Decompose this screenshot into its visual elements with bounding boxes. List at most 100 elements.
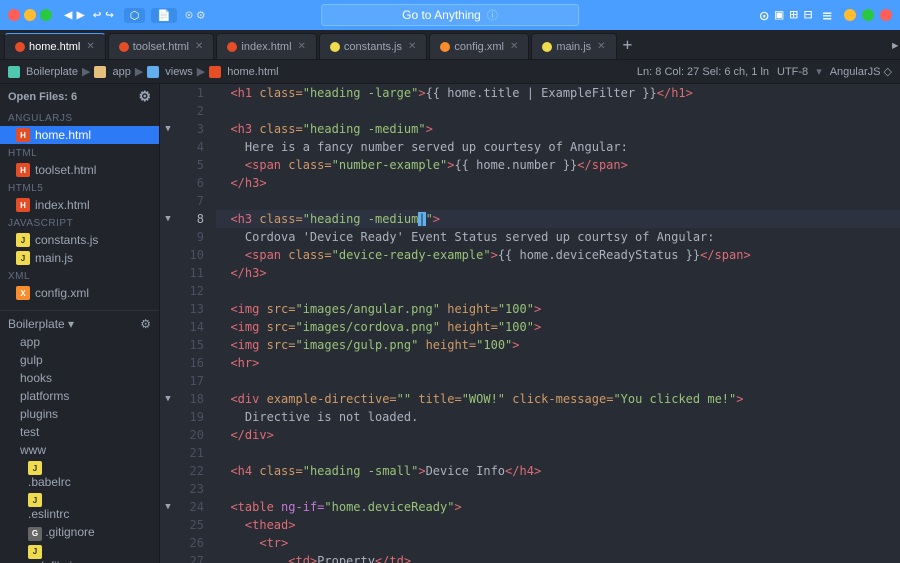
- hamburger-icon[interactable]: ≡: [822, 6, 832, 25]
- tab-constants-js[interactable]: constants.js ✕: [319, 33, 427, 59]
- line-22: <h4 class="heading -small">Device Info</…: [216, 462, 900, 480]
- file-name-constants: constants.js: [35, 233, 98, 247]
- file-gitignore[interactable]: G .gitignore: [0, 523, 159, 543]
- traffic-light-green[interactable]: [40, 9, 52, 21]
- undo-icon[interactable]: ↩: [93, 7, 101, 23]
- tab-add-button[interactable]: +: [623, 37, 633, 53]
- breadcrumb-boilerplate[interactable]: Boilerplate: [26, 66, 78, 78]
- folder-www[interactable]: www: [0, 441, 159, 459]
- breadcrumb-sep1: ▶: [82, 65, 90, 78]
- file-gulpfile[interactable]: J gulpfile.js: [0, 543, 159, 563]
- project-settings-icon[interactable]: ⚙: [140, 317, 151, 331]
- tab-icon-config: [440, 42, 450, 52]
- line-5: <span class="number-example">{{ home.num…: [216, 156, 900, 174]
- sidebar-item-index-html[interactable]: H index.html: [0, 196, 159, 214]
- section-html5: HTML5: [0, 179, 159, 196]
- folder-plugins[interactable]: plugins: [0, 405, 159, 423]
- tab-toolset-html[interactable]: toolset.html ✕: [108, 33, 215, 59]
- main-layout: Open Files: 6 ⚙ AngularJS H home.html HT…: [0, 84, 900, 563]
- file-icon-index: H: [16, 198, 30, 212]
- sidebar-item-main-js[interactable]: J main.js: [0, 249, 159, 267]
- window-close[interactable]: [880, 9, 892, 21]
- sidebar-settings-icon[interactable]: ⚙: [138, 88, 151, 105]
- line-4: Here is a fancy number served up courtes…: [216, 138, 900, 156]
- folder-app[interactable]: app: [0, 333, 159, 351]
- fold-3[interactable]: ▼: [160, 120, 176, 138]
- folder-gulp[interactable]: gulp: [0, 351, 159, 369]
- section-html: HTML: [0, 144, 159, 161]
- redo-icon[interactable]: ↪: [105, 7, 113, 23]
- tab-label-main: main.js: [556, 41, 591, 53]
- fold-24[interactable]: ▼: [160, 498, 176, 516]
- file-icon-config: X: [16, 286, 30, 300]
- tab-main-js[interactable]: main.js ✕: [531, 33, 616, 59]
- tab-close-toolset[interactable]: ✕: [195, 41, 203, 52]
- project-header[interactable]: Boilerplate ▾ ⚙: [0, 315, 159, 333]
- tab-label-toolset: toolset.html: [133, 41, 189, 53]
- titlebar-search[interactable]: Go to Anything ⓘ: [321, 4, 579, 26]
- tab-index-html[interactable]: index.html ✕: [216, 33, 317, 59]
- line-numbers: 1 2 3 4 5 6 7 8 9 10 11 12 13 14 15 16 1…: [176, 84, 212, 563]
- layout-icon[interactable]: ⊟: [804, 7, 812, 23]
- sidebar-item-constants-js[interactable]: J constants.js: [0, 231, 159, 249]
- window-minimize[interactable]: [844, 9, 856, 21]
- syntax-mode[interactable]: AngularJS ◇: [830, 65, 892, 78]
- breadcrumb-views-icon: [147, 66, 159, 78]
- code-container: ▼ ▼ ▼ ▼: [160, 84, 900, 563]
- project-icon[interactable]: ⬡: [124, 8, 146, 23]
- settings-icon[interactable]: ⚙: [197, 8, 205, 23]
- open-files-header: Open Files: 6 ⚙: [0, 84, 159, 109]
- titlebar-left: ◀ ▶ ↩ ↪ ⬡ 📄 ⊙ ⚙: [8, 7, 205, 23]
- nav-back-icon[interactable]: ◀: [64, 7, 72, 23]
- section-xml: XML: [0, 267, 159, 284]
- breadcrumb-file[interactable]: home.html: [227, 66, 278, 78]
- code-lines: <h1 class="heading -large">{{ home.title…: [212, 84, 900, 563]
- breadcrumb-views[interactable]: views: [165, 66, 193, 78]
- sidebar-item-config-xml[interactable]: X config.xml: [0, 284, 159, 302]
- folder-test[interactable]: test: [0, 423, 159, 441]
- folder-platforms[interactable]: platforms: [0, 387, 159, 405]
- tab-config-xml[interactable]: config.xml ✕: [429, 33, 529, 59]
- file-babelrc[interactable]: J .babelrc: [0, 459, 159, 491]
- breadcrumb-app[interactable]: app: [112, 66, 130, 78]
- tab-close-config[interactable]: ✕: [510, 41, 518, 52]
- window-maximize[interactable]: [862, 9, 874, 21]
- traffic-light-red[interactable]: [8, 9, 20, 21]
- folder-hooks[interactable]: hooks: [0, 369, 159, 387]
- tab-icon-toolset: [119, 42, 129, 52]
- sidebar-item-home-html[interactable]: H home.html: [0, 126, 159, 144]
- screen-record-icon[interactable]: ⊙: [759, 6, 769, 25]
- project-name: Boilerplate ▾: [8, 317, 74, 331]
- grid-icon[interactable]: ⊞: [789, 7, 797, 23]
- tab-close-home[interactable]: ✕: [86, 41, 94, 52]
- encoding: UTF-8: [777, 66, 808, 78]
- breadcrumb-sep2: ▶: [135, 65, 143, 78]
- tab-home-html[interactable]: home.html ✕: [4, 33, 106, 59]
- line-11: </h3>: [216, 264, 900, 282]
- titlebar: ◀ ▶ ↩ ↪ ⬡ 📄 ⊙ ⚙ Go to Anything ⓘ ⊙ ▣ ⊞ ⊟…: [0, 0, 900, 30]
- line-3: <h3 class="heading -medium">: [216, 120, 900, 138]
- sidebar-item-toolset-html[interactable]: H toolset.html: [0, 161, 159, 179]
- file-icon-gitignore: G: [28, 527, 42, 541]
- fold-18[interactable]: ▼: [160, 390, 176, 408]
- line-10: <span class="device-ready-example">{{ ho…: [216, 246, 900, 264]
- tab-icon-main: [542, 42, 552, 52]
- tab-close-constants[interactable]: ✕: [408, 41, 416, 52]
- file-eslintrc[interactable]: J .eslintrc: [0, 491, 159, 523]
- sidebar: Open Files: 6 ⚙ AngularJS H home.html HT…: [0, 84, 160, 563]
- file-icon[interactable]: 📄: [151, 8, 177, 23]
- nav-forward-icon[interactable]: ▶: [76, 7, 84, 23]
- menu-circle-icon[interactable]: ⊙: [185, 8, 193, 23]
- file-name-main: main.js: [35, 251, 73, 265]
- file-name-index: index.html: [35, 198, 90, 212]
- monitor-icon[interactable]: ▣: [775, 7, 783, 23]
- fold-8[interactable]: ▼: [160, 210, 176, 228]
- file-name-toolset: toolset.html: [35, 163, 96, 177]
- line-14: <img src="images/cordova.png" height="10…: [216, 318, 900, 336]
- file-icon-constants: J: [16, 233, 30, 247]
- tab-overflow-icon[interactable]: ▸: [890, 35, 900, 54]
- tab-close-index[interactable]: ✕: [298, 41, 306, 52]
- traffic-light-yellow[interactable]: [24, 9, 36, 21]
- cursor-position: Ln: 8 Col: 27 Sel: 6 ch, 1 ln: [637, 66, 769, 78]
- tab-close-main[interactable]: ✕: [597, 41, 605, 52]
